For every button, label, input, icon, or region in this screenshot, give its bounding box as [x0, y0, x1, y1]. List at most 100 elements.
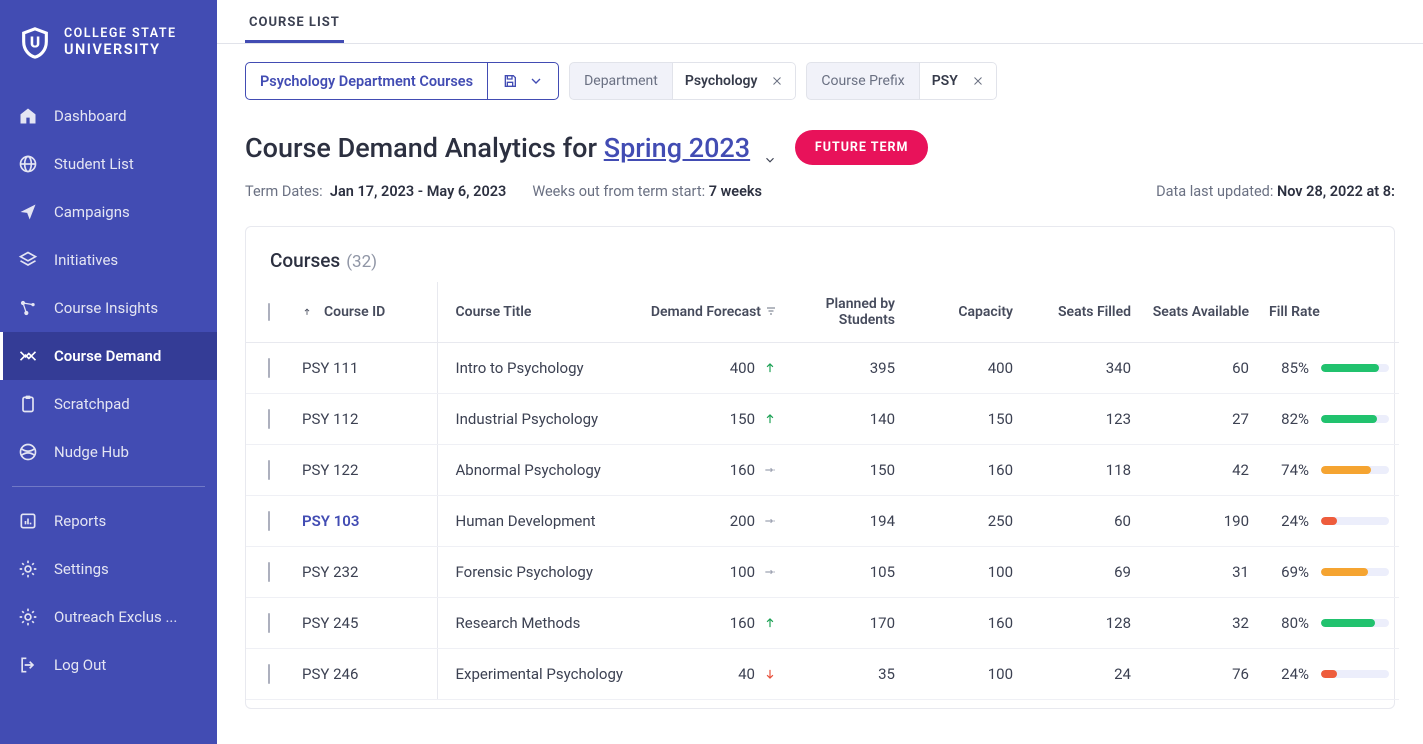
col-available[interactable]: Seats Available [1141, 282, 1259, 343]
cell-fill-rate: 24% [1259, 649, 1399, 700]
brand-shield-icon [18, 24, 52, 62]
logout-icon [18, 655, 38, 675]
cell-fill-rate: 82% [1259, 394, 1399, 445]
fill-bar [1321, 415, 1389, 423]
cell-demand: 100 [637, 547, 787, 598]
brand: COLLEGE STATE UNIVERSITY [0, 0, 217, 92]
tab-course-list[interactable]: COURSE LIST [245, 15, 344, 43]
sidebar-item-label: Course Insights [54, 299, 158, 317]
cell-filled: 123 [1023, 394, 1141, 445]
sidebar-item-student-list[interactable]: Student List [0, 140, 217, 188]
courses-card: Courses (32) Course ID Course Title Dema… [245, 226, 1395, 709]
ball-icon [18, 442, 38, 462]
cell-planned: 35 [787, 649, 905, 700]
gear-icon [18, 607, 38, 627]
row-checkbox[interactable] [268, 562, 270, 582]
chevron-down-icon[interactable] [763, 142, 777, 156]
col-demand[interactable]: Demand Forecast [637, 282, 787, 343]
cell-course-id: PSY 112 [292, 394, 437, 445]
table-row[interactable]: PSY 103 Human Development 200 194 250 60… [246, 496, 1399, 547]
trend-up-icon [763, 616, 777, 630]
cell-planned: 170 [787, 598, 905, 649]
table-row[interactable]: PSY 112 Industrial Psychology 150 140 15… [246, 394, 1399, 445]
sidebar-item-scratchpad[interactable]: Scratchpad [0, 380, 217, 428]
row-checkbox[interactable] [268, 460, 270, 480]
cell-available: 42 [1141, 445, 1259, 496]
col-planned[interactable]: Planned by Students [787, 282, 905, 343]
cell-planned: 105 [787, 547, 905, 598]
sidebar-item-log-out[interactable]: Log Out [0, 641, 217, 689]
cell-capacity: 160 [905, 445, 1023, 496]
cell-filled: 24 [1023, 649, 1141, 700]
filter-chip-label: Course Prefix [807, 63, 918, 99]
filter-chip-course-prefix[interactable]: Course PrefixPSY [806, 62, 996, 100]
cell-capacity: 400 [905, 343, 1023, 394]
cell-capacity: 150 [905, 394, 1023, 445]
fill-bar [1321, 364, 1389, 372]
sidebar-item-reports[interactable]: Reports [0, 497, 217, 545]
gear-icon [18, 559, 38, 579]
row-checkbox[interactable] [268, 409, 270, 429]
select-all-checkbox[interactable] [268, 303, 270, 321]
cell-course-title: Experimental Psychology [437, 649, 637, 700]
table-row[interactable]: PSY 246 Experimental Psychology 40 35 10… [246, 649, 1399, 700]
row-checkbox[interactable] [268, 511, 270, 531]
sidebar-item-campaigns[interactable]: Campaigns [0, 188, 217, 236]
sidebar-item-dashboard[interactable]: Dashboard [0, 92, 217, 140]
close-icon[interactable] [972, 75, 984, 87]
table-row[interactable]: PSY 122 Abnormal Psychology 160 150 160 … [246, 445, 1399, 496]
send-icon [18, 202, 38, 222]
saved-filter-actions[interactable] [487, 63, 558, 99]
sidebar-item-course-demand[interactable]: Course Demand [0, 332, 217, 380]
cell-demand: 160 [637, 598, 787, 649]
saved-filter[interactable]: Psychology Department Courses [245, 62, 559, 100]
cell-course-title: Forensic Psychology [437, 547, 637, 598]
col-course-id[interactable]: Course ID [292, 282, 437, 343]
term-selector[interactable]: Spring 2023 [604, 132, 750, 164]
sidebar-item-settings[interactable]: Settings [0, 545, 217, 593]
card-title: Courses [270, 249, 340, 272]
cell-planned: 194 [787, 496, 905, 547]
sidebar-item-nudge-hub[interactable]: Nudge Hub [0, 428, 217, 476]
filter-chip-label: Department [570, 63, 672, 99]
nodes-icon [18, 298, 38, 318]
col-filled[interactable]: Seats Filled [1023, 282, 1141, 343]
sidebar-item-course-insights[interactable]: Course Insights [0, 284, 217, 332]
row-checkbox[interactable] [268, 613, 270, 633]
sidebar-item-label: Course Demand [54, 347, 161, 365]
cell-fill-rate: 74% [1259, 445, 1399, 496]
sidebar-item-outreach-exclus-[interactable]: Outreach Exclus ... [0, 593, 217, 641]
col-capacity[interactable]: Capacity [905, 282, 1023, 343]
nav-secondary: Reports Settings Outreach Exclus ...Log Ou… [0, 497, 217, 689]
filter-sort-icon [765, 305, 777, 317]
filter-chip-department[interactable]: DepartmentPsychology [569, 62, 796, 100]
table-row[interactable]: PSY 245 Research Methods 160 170 160 128… [246, 598, 1399, 649]
trend-up-icon [763, 412, 777, 426]
sidebar-item-label: Reports [54, 512, 106, 530]
cell-demand: 160 [637, 445, 787, 496]
cell-filled: 128 [1023, 598, 1141, 649]
brand-text: COLLEGE STATE UNIVERSITY [64, 27, 177, 58]
col-fill-rate[interactable]: Fill Rate [1259, 282, 1399, 343]
row-checkbox[interactable] [268, 664, 270, 684]
layers-icon [18, 250, 38, 270]
term-dates: Term Dates: Jan 17, 2023 - May 6, 2023 [245, 183, 506, 200]
globe-icon [18, 154, 38, 174]
sidebar-item-initiatives[interactable]: Initiatives [0, 236, 217, 284]
row-checkbox[interactable] [268, 358, 270, 378]
sidebar: COLLEGE STATE UNIVERSITY DashboardStuden… [0, 0, 217, 744]
sidebar-item-label: Settings [54, 560, 109, 578]
cell-course-id: PSY 103 [292, 496, 437, 547]
page-body: Course Demand Analytics for Spring 2023 … [217, 100, 1423, 744]
cell-capacity: 100 [905, 649, 1023, 700]
trend-down-icon [763, 667, 777, 681]
nav-separator [12, 486, 205, 487]
cell-fill-rate: 80% [1259, 598, 1399, 649]
cell-fill-rate: 69% [1259, 547, 1399, 598]
col-course-title[interactable]: Course Title [437, 282, 637, 343]
close-icon[interactable] [771, 75, 783, 87]
clipboard-icon [18, 394, 38, 414]
cell-capacity: 160 [905, 598, 1023, 649]
table-row[interactable]: PSY 232 Forensic Psychology 100 105 100 … [246, 547, 1399, 598]
table-row[interactable]: PSY 111 Intro to Psychology 400 395 400 … [246, 343, 1399, 394]
